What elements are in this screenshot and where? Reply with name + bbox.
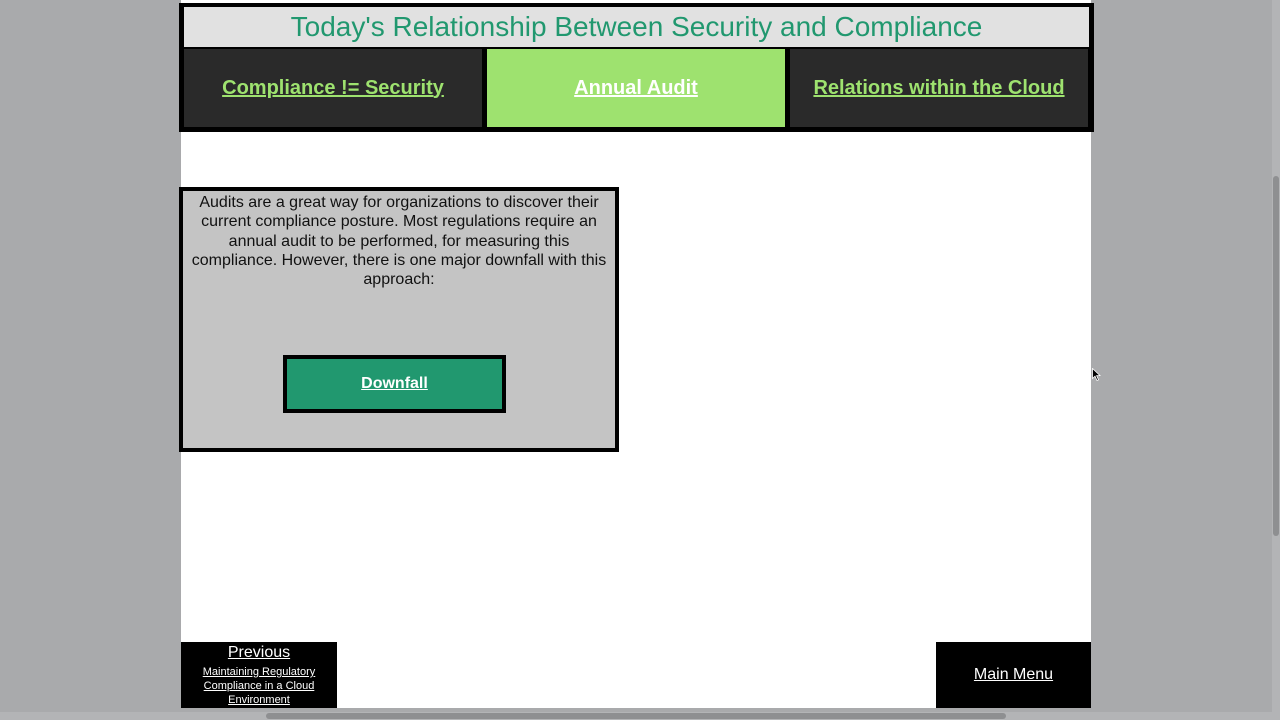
previous-button[interactable]: Previous Maintaining Regulatory Complian…	[181, 642, 337, 708]
mouse-cursor-icon	[1092, 368, 1102, 382]
card-paragraph: Audits are a great way for organizations…	[191, 194, 607, 289]
main-menu-label[interactable]: Main Menu	[974, 666, 1053, 684]
main-menu-button[interactable]: Main Menu	[936, 642, 1091, 708]
tab-annual-audit[interactable]: Annual Audit	[487, 49, 785, 127]
vertical-scrollbar[interactable]	[1272, 0, 1280, 712]
tab-compliance-security[interactable]: Compliance != Security	[184, 49, 482, 127]
previous-label[interactable]: Previous	[181, 643, 337, 663]
page-title: Today's Relationship Between Security an…	[290, 11, 983, 42]
horizontal-scrollbar-thumb[interactable]	[266, 713, 1006, 719]
downfall-button[interactable]: Downfall	[283, 355, 506, 413]
vertical-scrollbar-thumb[interactable]	[1273, 176, 1279, 536]
horizontal-scrollbar[interactable]	[0, 712, 1280, 720]
downfall-button-face[interactable]: Downfall	[287, 359, 502, 409]
tab-label[interactable]: Relations within the Cloud	[813, 77, 1064, 100]
tab-relations-cloud[interactable]: Relations within the Cloud	[790, 49, 1088, 127]
content-card: Audits are a great way for organizations…	[179, 187, 619, 452]
downfall-button-label[interactable]: Downfall	[361, 375, 428, 393]
header: Today's Relationship Between Security an…	[179, 3, 1094, 132]
tab-label[interactable]: Annual Audit	[574, 77, 698, 100]
previous-page-title[interactable]: Maintaining Regulatory Compliance in a C…	[194, 665, 324, 707]
tab-label[interactable]: Compliance != Security	[222, 77, 444, 100]
title-bar: Today's Relationship Between Security an…	[184, 7, 1089, 47]
